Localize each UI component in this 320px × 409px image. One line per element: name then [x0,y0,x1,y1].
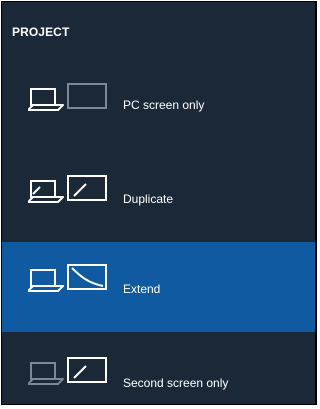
panel-title: PROJECT [12,25,70,39]
option-extend[interactable]: Extend [2,242,315,332]
option-label: Second screen only [123,376,229,390]
project-panel: PROJECT PC screen only Duplicate Extend … [1,1,316,405]
option-pc-screen-only[interactable]: PC screen only [2,60,315,150]
duplicate-icon [28,175,107,203]
option-label: PC screen only [123,98,205,112]
option-label: Duplicate [123,192,174,206]
second-screen-only-icon [28,357,107,385]
option-second-screen-only[interactable]: Second screen only [2,332,315,404]
option-duplicate[interactable]: Duplicate [2,150,315,240]
option-label: Extend [123,282,161,296]
pc-screen-only-icon [28,83,107,111]
panel-border [316,1,317,405]
extend-icon [28,264,107,292]
